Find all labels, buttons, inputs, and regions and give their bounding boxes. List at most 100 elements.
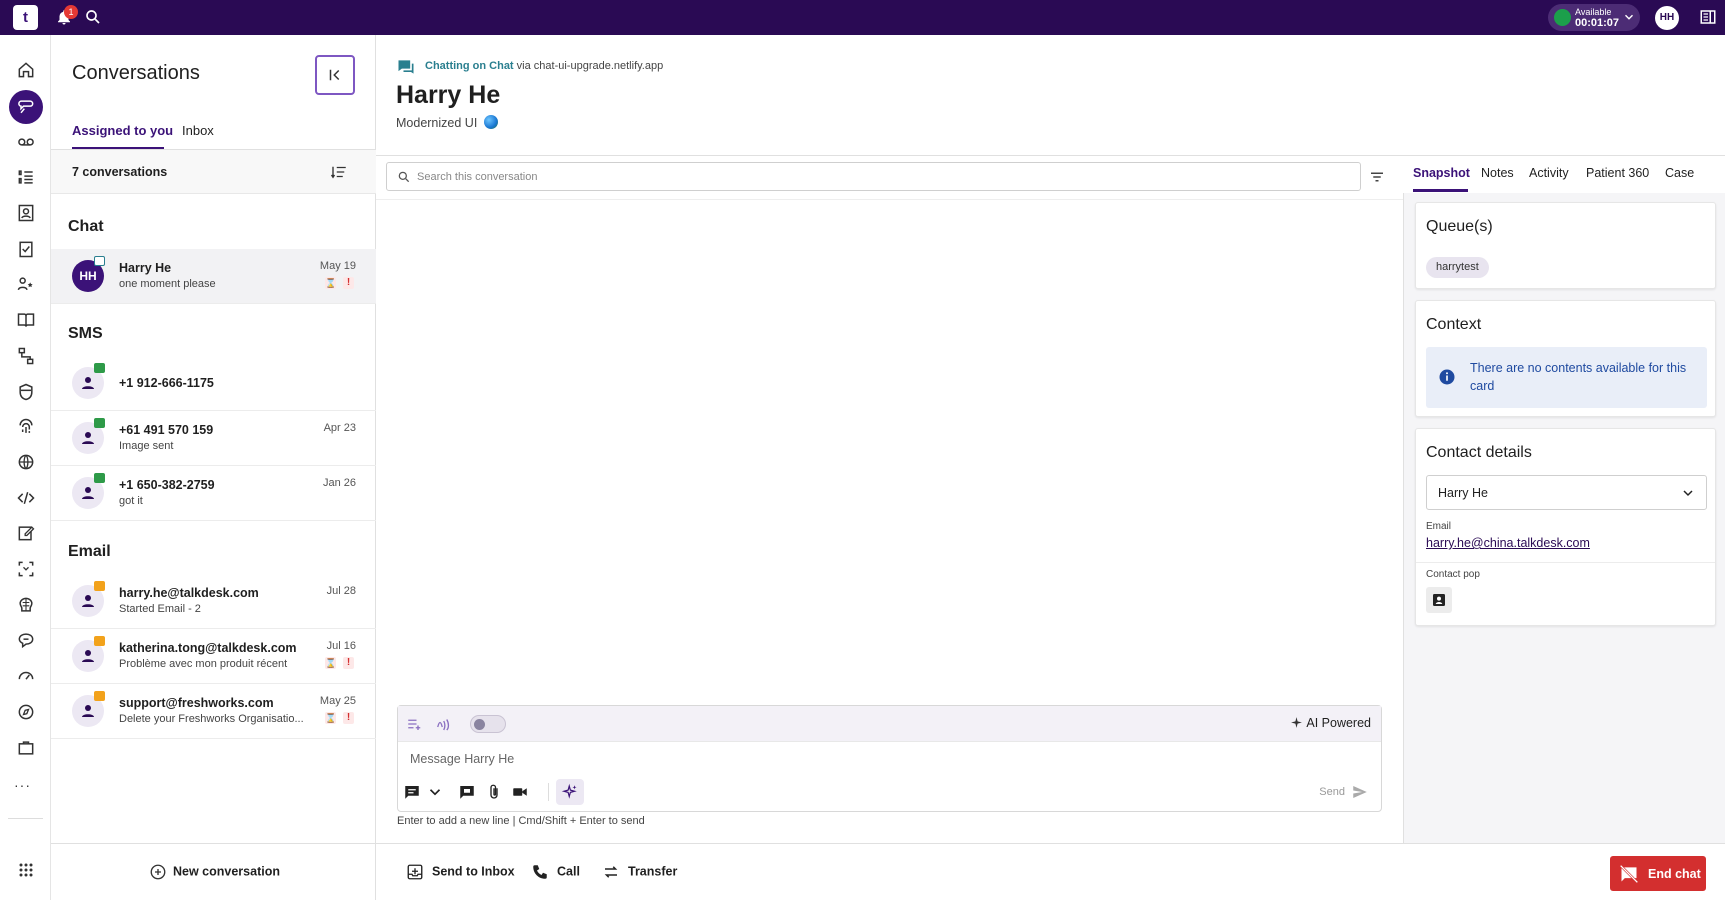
tab-inbox[interactable]: Inbox [182,123,214,138]
globe-icon[interactable] [13,449,39,475]
message-input[interactable]: Message Harry He [410,752,1310,766]
email-channel-icon [94,636,105,646]
voicemail-icon[interactable] [13,129,39,155]
edit-icon[interactable] [13,520,39,546]
ai-icon[interactable] [13,592,39,618]
transfer-button[interactable]: Transfer [602,863,677,881]
feedback-icon[interactable] [13,627,39,653]
end-chat-icon [1619,864,1639,884]
conversation-item-sms-1[interactable]: +1 912-666-1175 [51,356,376,411]
conversation-item-sms-3[interactable]: +1 650-382-2759 got it Jan 26 [51,466,376,521]
chevron-down-icon[interactable] [426,783,444,801]
contact-select[interactable]: Harry He [1426,475,1707,510]
send-button[interactable]: Send [1319,783,1369,801]
more-menu[interactable]: ··· [14,777,31,793]
email-link[interactable]: harry.he@china.talkdesk.com [1426,536,1590,550]
tab-assigned-to-you[interactable]: Assigned to you [72,123,173,138]
alert-icon: ! [343,657,354,669]
filter-icon[interactable] [1368,168,1386,186]
code-icon[interactable] [13,485,39,511]
phone-icon [533,865,547,879]
send-to-inbox-label: Send to Inbox [432,864,515,879]
talkdesk-logo[interactable]: t [13,5,38,30]
contact-details-card: Contact details Harry He Email harry.he@… [1415,428,1716,626]
fingerprint-icon[interactable] [13,414,39,440]
user-avatar[interactable]: HH [1655,6,1679,30]
new-conversation-button[interactable]: New conversation [149,863,280,881]
contact-details-title: Contact details [1426,444,1532,461]
chevron-down-icon [1683,490,1693,497]
briefcase-icon[interactable] [13,735,39,761]
apps-grid-icon[interactable] [13,857,39,883]
team-icon[interactable] [13,271,39,297]
knowledge-icon[interactable] [13,307,39,333]
conversation-search [386,162,1361,191]
conversation-name: +1 650-382-2759 [119,478,215,492]
capture-icon[interactable] [13,556,39,582]
conversation-item-email-1[interactable]: harry.he@talkdesk.com Started Email - 2 … [51,574,376,629]
conversation-date: Apr 23 [323,422,356,434]
tab-notes[interactable]: Notes [1481,166,1514,180]
composer-toggle[interactable] [470,715,506,733]
video-icon[interactable] [511,783,529,801]
contact-subtitle: Modernized UI [396,115,498,130]
conversations-icon[interactable] [13,94,39,120]
conversation-item-harry-he[interactable]: HH Harry He one moment please May 19 ⌛ ! [51,249,376,304]
status-selector[interactable]: Available 00:01:07 [1548,4,1640,31]
shield-icon[interactable] [13,379,39,405]
canned-response-icon[interactable] [458,783,476,801]
status-timer: 00:01:07 [1575,17,1620,29]
search-icon[interactable] [84,8,102,26]
sort-icon[interactable] [330,163,348,181]
tab-snapshot[interactable]: Snapshot [1413,166,1470,180]
voice-tone-icon[interactable] [434,715,452,733]
flow-icon[interactable] [13,343,39,369]
conversation-item-email-3[interactable]: support@freshworks.com Delete your Fresh… [51,684,376,739]
list-icon[interactable] [13,164,39,190]
contacts-icon[interactable] [13,200,39,226]
conversation-item-sms-2[interactable]: +61 491 570 159 Image sent Apr 23 [51,411,376,466]
contact-subtitle-text: Modernized UI [396,116,478,130]
email-channel-icon [94,581,105,591]
person-icon [82,705,94,717]
message-composer: AI Powered Message Harry He Send [397,705,1382,812]
context-title: Context [1426,316,1482,333]
ai-assist-button[interactable] [556,779,584,805]
attachment-icon[interactable] [485,783,503,801]
sms-channel-icon [94,473,105,483]
dashboard-icon[interactable] [13,662,39,688]
send-to-inbox-button[interactable]: Send to Inbox [406,863,515,881]
new-conversation-bar: New conversation [51,843,376,900]
hourglass-icon: ⌛ [325,712,337,724]
side-panel-icon[interactable] [1699,8,1717,26]
contact-pop-button[interactable] [1426,587,1452,613]
collapse-panel-button[interactable] [315,55,355,95]
conversation-count: 7 conversations [72,165,168,179]
tasks-icon[interactable] [13,236,39,262]
chat-bubble-icon [398,60,414,74]
new-conversation-label: New conversation [173,864,280,879]
conversation-count-bar: 7 conversations [51,150,376,194]
email-label: Email [1426,521,1452,532]
conversation-item-email-2[interactable]: katherina.tong@talkdesk.com Problème ave… [51,629,376,684]
tab-case[interactable]: Case [1665,166,1694,180]
conversation-preview: Image sent [119,440,174,452]
right-panel: Queue(s) harrytest Context There are no … [1403,156,1725,843]
email-channel-icon [94,691,105,701]
queues-card: Queue(s) harrytest [1415,202,1716,289]
compass-icon[interactable] [13,699,39,725]
home-icon[interactable] [13,57,39,83]
person-icon [82,595,94,607]
message-type-icon[interactable] [403,783,421,801]
conversation-date: Jul 16 [326,640,356,652]
context-card: Context There are no contents available … [1415,300,1716,417]
tab-activity[interactable]: Activity [1529,166,1569,180]
transfer-label: Transfer [628,864,678,879]
ai-powered-label: AI Powered [1290,716,1371,730]
call-button[interactable]: Call [531,863,580,881]
end-chat-button[interactable]: End chat [1610,856,1706,891]
tab-patient-360[interactable]: Patient 360 [1586,166,1649,180]
search-input[interactable] [417,167,1337,187]
contact-pop-label: Contact pop [1426,569,1480,580]
add-list-icon[interactable] [406,715,424,733]
